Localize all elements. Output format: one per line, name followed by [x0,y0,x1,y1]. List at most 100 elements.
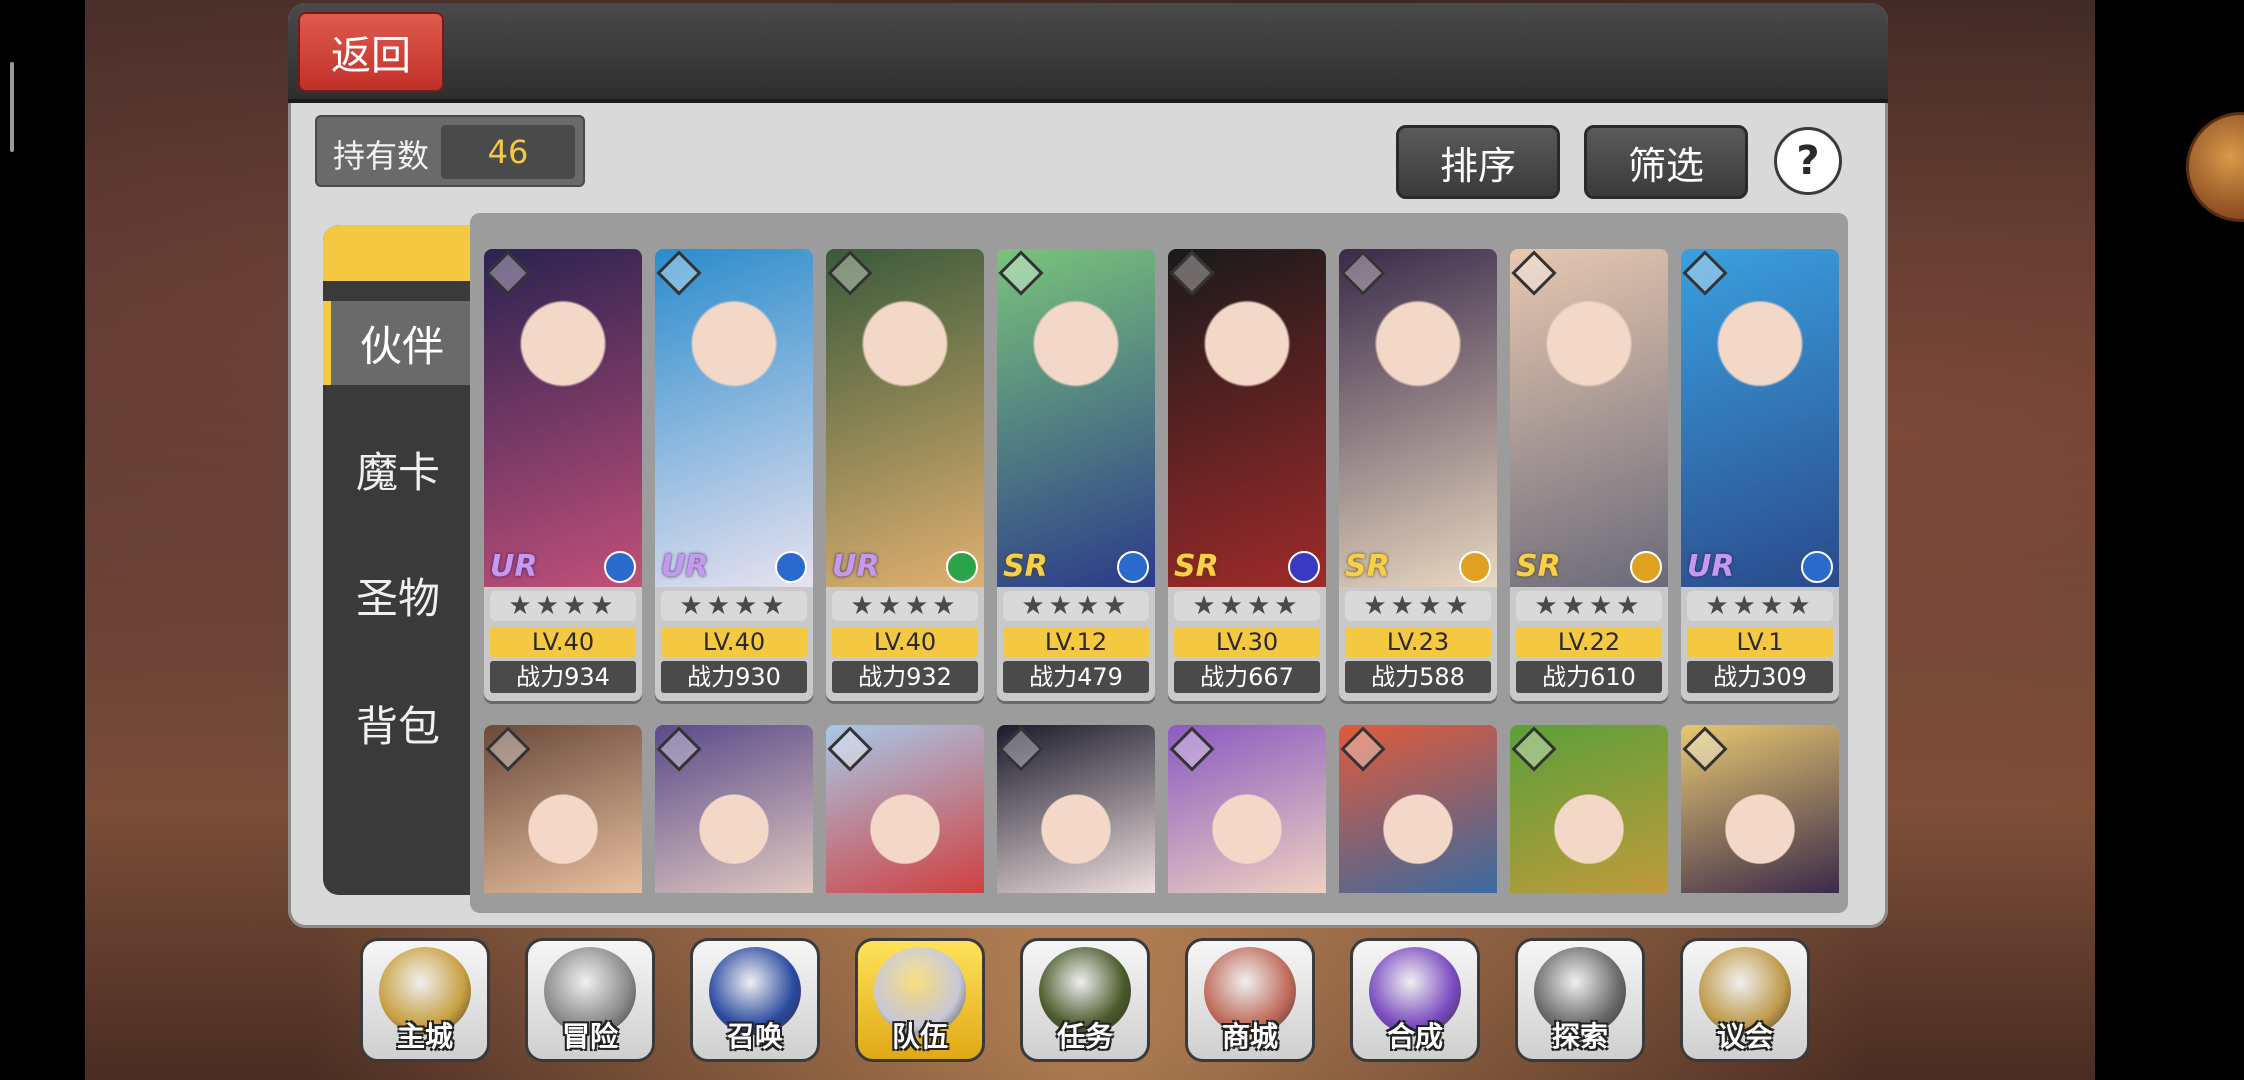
treasure-chest-button[interactable] [2186,112,2244,222]
owned-count-value: 46 [441,125,575,179]
bottom-navigation: 主城 冒险 召唤 队伍 任务 商城 合成 探索 议会 [360,938,1820,1068]
nav-castle-crown[interactable]: 主城 [360,938,490,1062]
nav-summon-card[interactable]: 召唤 [690,938,820,1062]
character-portrait [1339,249,1497,587]
character-card[interactable]: SR ★★★★ LV.30 战力667 [1168,249,1326,701]
level-label: LV.23 [1345,627,1491,657]
collection-panel: 返回 持有数 46 排序 筛选 ? 伙伴 魔卡 圣物 背包 UR ★★★★ LV.4… [288,3,1888,928]
character-card[interactable]: UR ★★★★ LV.1 战力309 [1681,249,1839,701]
power-label: 战力934 [490,661,636,693]
character-portrait [997,249,1155,587]
character-card[interactable]: SR ★★★★ LV.23 战力588 [1339,249,1497,701]
power-label: 战力930 [661,661,807,693]
help-button[interactable]: ? [1774,127,1842,195]
character-card[interactable]: UR ★★★★ LV.40 战力932 [826,249,984,701]
nav-quest-book[interactable]: 任务 [1020,938,1150,1062]
class-icon [775,551,807,583]
star-rating: ★★★★ [1516,591,1662,621]
class-icon [1459,551,1491,583]
star-rating: ★★★★ [1345,591,1491,621]
level-label: LV.1 [1687,627,1833,657]
nav-label: 任务 [1056,1020,1113,1053]
power-label: 战力667 [1174,661,1320,693]
rarity-badge: UR [832,549,880,584]
class-icon [604,551,636,583]
rarity-badge: SR [1516,549,1561,584]
level-label: LV.40 [490,627,636,657]
level-label: LV.12 [1003,627,1149,657]
nav-team-wings[interactable]: 队伍 [855,938,985,1062]
star-rating: ★★★★ [661,591,807,621]
rarity-badge: UR [490,549,538,584]
character-card[interactable] [1168,725,1326,893]
filter-button[interactable]: 筛选 [1584,125,1748,199]
character-portrait [655,249,813,587]
character-portrait [484,249,642,587]
tab-magic-cards[interactable]: 魔卡 [323,427,473,511]
owned-count-box: 持有数 46 [315,115,585,187]
character-portrait [826,249,984,587]
tab-backpack[interactable]: 背包 [323,681,473,765]
character-portrait [1168,249,1326,587]
power-label: 战力309 [1687,661,1833,693]
tab-partners[interactable]: 伙伴 [323,301,473,385]
power-label: 战力932 [832,661,978,693]
nav-label: 队伍 [891,1020,948,1053]
character-card[interactable] [1681,725,1839,893]
class-icon [946,551,978,583]
nav-label: 商城 [1221,1020,1278,1053]
back-button[interactable]: 返回 [298,12,444,92]
nav-shop-tree[interactable]: 商城 [1185,938,1315,1062]
character-card[interactable] [655,725,813,893]
owned-count-label: 持有数 [333,137,430,175]
category-sidebar: 伙伴 魔卡 圣物 背包 [323,225,473,895]
character-card[interactable]: UR ★★★★ LV.40 战力930 [655,249,813,701]
star-rating: ★★★★ [832,591,978,621]
nav-label: 冒险 [561,1020,618,1053]
star-rating: ★★★★ [490,591,636,621]
level-label: LV.40 [661,627,807,657]
power-label: 战力479 [1003,661,1149,693]
power-label: 战力588 [1345,661,1491,693]
nav-label: 探索 [1551,1020,1608,1053]
character-card[interactable] [1510,725,1668,893]
character-card[interactable]: UR ★★★★ LV.40 战力934 [484,249,642,701]
rarity-badge: SR [1174,549,1219,584]
nav-label: 议会 [1716,1020,1773,1053]
rarity-badge: SR [1345,549,1390,584]
star-rating: ★★★★ [1174,591,1320,621]
sidebar-accent-strip [323,225,473,281]
star-rating: ★★★★ [1003,591,1149,621]
nav-potion[interactable]: 合成 [1350,938,1480,1062]
class-icon [1288,551,1320,583]
character-card[interactable]: SR ★★★★ LV.22 战力610 [1510,249,1668,701]
panel-header: 返回 [288,3,1888,103]
nav-shovel[interactable]: 探索 [1515,938,1645,1062]
nav-swords[interactable]: 冒险 [525,938,655,1062]
class-icon [1630,551,1662,583]
system-edge-indicator [10,62,14,152]
nav-label: 合成 [1386,1020,1443,1053]
rarity-badge: UR [661,549,709,584]
star-rating: ★★★★ [1687,591,1833,621]
character-card[interactable]: SR ★★★★ LV.12 战力479 [997,249,1155,701]
character-card[interactable] [484,725,642,893]
class-icon [1117,551,1149,583]
class-icon [1801,551,1833,583]
level-label: LV.30 [1174,627,1320,657]
sort-button[interactable]: 排序 [1396,125,1560,199]
character-card[interactable] [997,725,1155,893]
rarity-badge: SR [1003,549,1048,584]
nav-label: 召唤 [726,1020,783,1053]
nav-council-emblem[interactable]: 议会 [1680,938,1810,1062]
level-label: LV.22 [1516,627,1662,657]
rarity-badge: UR [1687,549,1735,584]
nav-label: 主城 [396,1020,453,1053]
character-card[interactable] [1339,725,1497,893]
character-portrait [1681,249,1839,587]
level-label: LV.40 [832,627,978,657]
character-grid: UR ★★★★ LV.40 战力934 UR ★★★★ LV.40 战力930 UR ★★★★ LV… [470,213,1848,913]
tab-relics[interactable]: 圣物 [323,553,473,637]
power-label: 战力610 [1516,661,1662,693]
character-card[interactable] [826,725,984,893]
